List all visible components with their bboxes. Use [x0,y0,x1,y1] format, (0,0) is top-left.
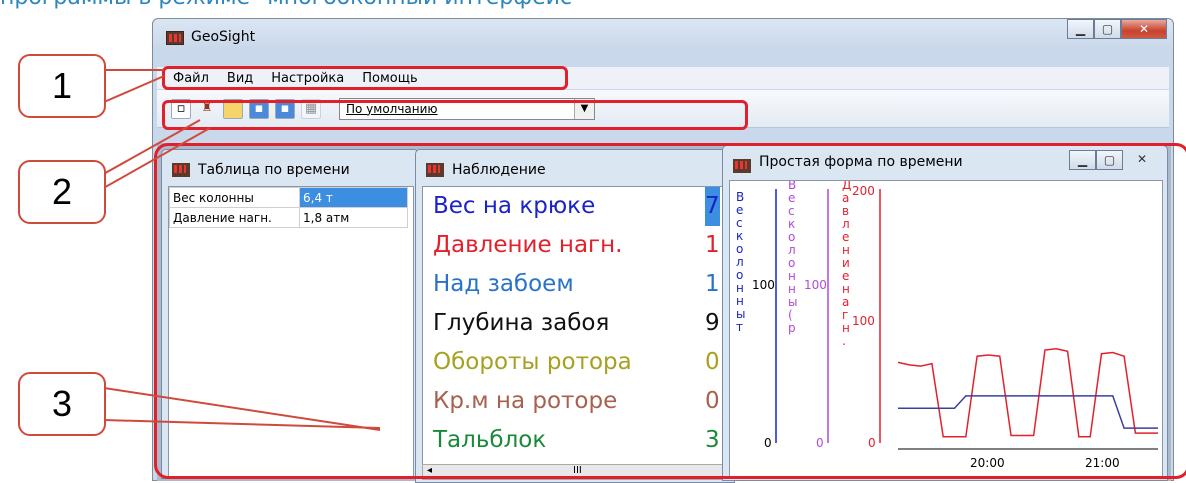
app-icon [166,31,184,45]
close-icon[interactable]: ✕ [1121,19,1167,39]
minimize-icon[interactable]: ▁ [1067,19,1094,39]
highlight-toolbar [162,100,748,130]
callout-1: 1 [18,54,106,118]
page-caption: программы в режиме "многооконный интерфе… [0,0,582,10]
window-title: GeoSight [191,29,256,45]
maximize-icon[interactable]: ▢ [1094,19,1121,39]
highlight-mdi [154,143,1186,479]
callout-3: 3 [18,372,106,436]
highlight-menu [162,66,568,90]
callout-2: 2 [18,160,106,224]
window-controls: ▁ ▢ ✕ [1067,19,1167,39]
